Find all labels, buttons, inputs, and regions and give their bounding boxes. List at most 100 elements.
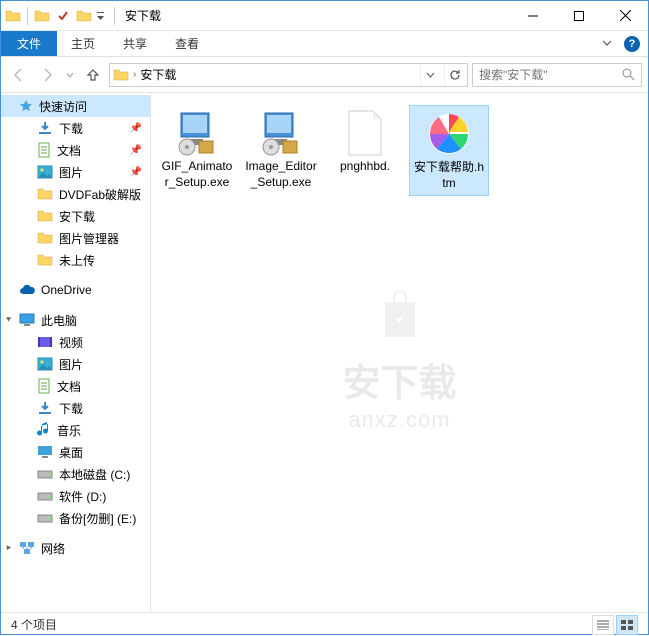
sidebar-item[interactable]: 备份[勿删] (E:): [1, 507, 150, 529]
address-segment[interactable]: 安下载: [140, 66, 416, 83]
help-icon[interactable]: ?: [624, 36, 640, 52]
search-input[interactable]: [479, 68, 618, 82]
folder-icon: [34, 8, 50, 24]
sidebar-network[interactable]: ⯈ 网络: [1, 537, 150, 559]
sidebar-item-label: 音乐: [57, 422, 81, 439]
separator: [114, 7, 115, 25]
title-bar: 安下载: [1, 1, 648, 31]
sidebar-item[interactable]: 音乐: [1, 419, 150, 441]
pin-icon: 📌: [130, 145, 142, 156]
properties-button[interactable]: [52, 5, 74, 27]
sidebar-item[interactable]: 本地磁盘 (C:): [1, 463, 150, 485]
recent-dropdown-icon[interactable]: [63, 63, 77, 87]
search-box[interactable]: [472, 63, 642, 87]
pin-icon: 📌: [130, 123, 142, 134]
sidebar-item[interactable]: 图片📌: [1, 161, 150, 183]
sidebar-item-label: 未上传: [59, 252, 95, 269]
minimize-button[interactable]: [510, 1, 556, 31]
status-bar: 4 个项目: [1, 612, 648, 636]
sidebar-item-label: 图片: [59, 356, 83, 373]
file-item[interactable]: GIF_Animator_Setup.exe: [157, 105, 237, 196]
address-bar[interactable]: › 安下载: [109, 63, 468, 87]
folder-icon: [113, 67, 129, 83]
tree-expand-icon[interactable]: ⯆: [5, 315, 12, 326]
icons-view-button[interactable]: [616, 615, 638, 635]
item-count: 4 个项目: [11, 616, 57, 633]
separator: [27, 7, 28, 25]
disk-icon: [37, 511, 53, 525]
sidebar-item[interactable]: 图片管理器: [1, 227, 150, 249]
sidebar-item-label: 快速访问: [39, 98, 87, 115]
sidebar-quick-access[interactable]: 快速访问: [1, 95, 150, 117]
sidebar-onedrive[interactable]: OneDrive: [1, 279, 150, 301]
file-name: 安下载帮助.htm: [414, 160, 484, 191]
main-area: 快速访问 下载 📌 文档 📌 图片📌 DVDFab破解版安下载图片管理器未上传 OneDr…: [1, 93, 648, 612]
home-tab[interactable]: 主页: [57, 31, 109, 56]
share-tab[interactable]: 共享: [109, 31, 161, 56]
document-icon: [37, 142, 51, 158]
file-name: pnghhbd.: [340, 159, 390, 175]
folder-icon: [37, 209, 53, 223]
folder-icon: [37, 231, 53, 245]
close-button[interactable]: [602, 1, 648, 31]
file-item[interactable]: 安下载帮助.htm: [409, 105, 489, 196]
search-icon: [622, 68, 635, 81]
file-list[interactable]: GIF_Animator_Setup.exe Image_Editor_Setup…: [151, 93, 648, 612]
disk-icon: [37, 489, 53, 503]
tree-expand-icon[interactable]: ⯈: [5, 543, 12, 554]
sidebar-this-pc[interactable]: ⯆ 此电脑: [1, 309, 150, 331]
sidebar-item[interactable]: 下载: [1, 397, 150, 419]
cloud-icon: [19, 283, 35, 297]
sidebar-item-label: 文档: [57, 142, 81, 159]
folder-icon: [37, 253, 53, 267]
qat-dropdown-icon[interactable]: [96, 10, 108, 22]
file-item[interactable]: pnghhbd.: [325, 105, 405, 196]
sidebar-item[interactable]: 视频: [1, 331, 150, 353]
up-button[interactable]: [81, 63, 105, 87]
sidebar-item[interactable]: DVDFab破解版: [1, 183, 150, 205]
sidebar-item-label: 视频: [59, 334, 83, 351]
ribbon-expand-icon[interactable]: [602, 38, 614, 50]
details-view-button[interactable]: [592, 615, 614, 635]
forward-button[interactable]: [35, 63, 59, 87]
sidebar-item[interactable]: 文档 📌: [1, 139, 150, 161]
sidebar-item-label: 图片管理器: [59, 230, 119, 247]
sidebar-item-label: 下载: [59, 120, 83, 137]
file-name: GIF_Animator_Setup.exe: [161, 159, 233, 190]
sidebar-item[interactable]: 桌面: [1, 441, 150, 463]
maximize-button[interactable]: [556, 1, 602, 31]
tab-label: 查看: [175, 35, 199, 52]
sidebar-item-label: 桌面: [59, 444, 83, 461]
file-icon: [425, 110, 473, 158]
quick-access-toolbar: [1, 5, 119, 27]
sidebar-item[interactable]: 下载 📌: [1, 117, 150, 139]
file-icon: [173, 109, 221, 157]
file-item[interactable]: Image_Editor_Setup.exe: [241, 105, 321, 196]
view-tab[interactable]: 查看: [161, 31, 213, 56]
document-icon: [37, 378, 51, 394]
sidebar-item-label: 此电脑: [41, 312, 77, 329]
music-icon: [37, 422, 51, 438]
sidebar-item-label: OneDrive: [41, 283, 92, 297]
sidebar-item[interactable]: 软件 (D:): [1, 485, 150, 507]
sidebar-item-label: 备份[勿删] (E:): [59, 510, 136, 527]
sidebar-item[interactable]: 文档: [1, 375, 150, 397]
sidebar-item[interactable]: 未上传: [1, 249, 150, 271]
pc-icon: [19, 313, 35, 327]
chevron-right-icon[interactable]: ›: [133, 69, 136, 80]
network-icon: [19, 541, 35, 555]
picture-icon: [37, 357, 53, 371]
sidebar-item-label: 图片: [59, 164, 83, 181]
sidebar-item-label: DVDFab破解版: [59, 186, 141, 203]
address-dropdown-icon[interactable]: [420, 64, 440, 86]
sidebar-item[interactable]: 图片: [1, 353, 150, 375]
folder-icon: [37, 187, 53, 201]
sidebar-item[interactable]: 安下载: [1, 205, 150, 227]
back-button[interactable]: [7, 63, 31, 87]
file-tab[interactable]: 文件: [1, 31, 57, 56]
tab-label: 共享: [123, 35, 147, 52]
folder-icon: [76, 8, 92, 24]
refresh-button[interactable]: [444, 64, 464, 86]
file-name: Image_Editor_Setup.exe: [245, 159, 317, 190]
sidebar-item-label: 文档: [57, 378, 81, 395]
